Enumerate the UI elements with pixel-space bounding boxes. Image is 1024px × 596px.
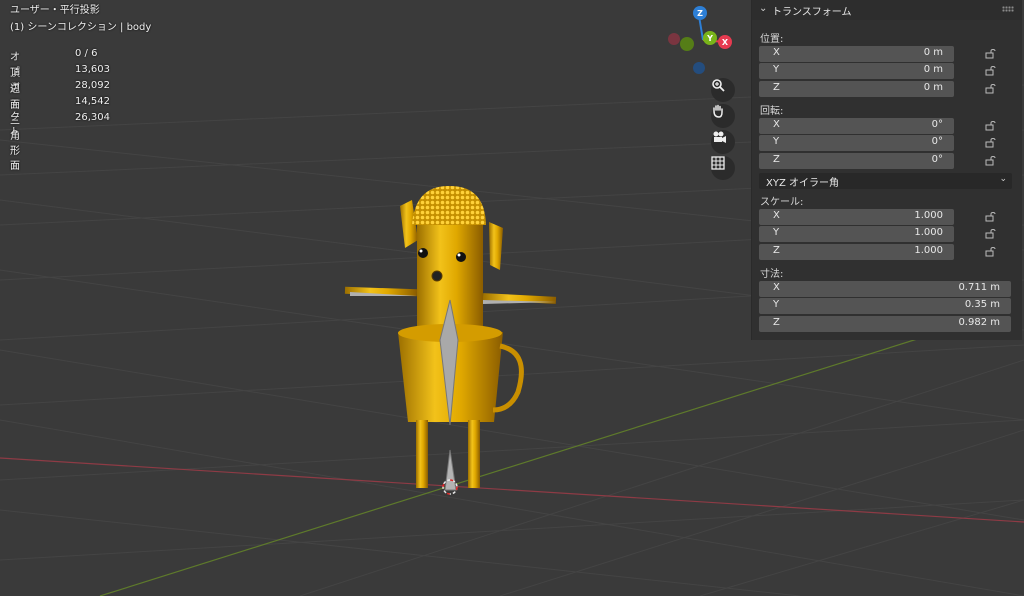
gizmo-z[interactable]: Z <box>693 6 707 20</box>
lock-icon[interactable] <box>985 138 997 148</box>
character-model <box>344 185 557 495</box>
lock-icon[interactable] <box>985 66 997 76</box>
gizmo-neg-z[interactable] <box>693 62 705 74</box>
gizmo-x[interactable]: X <box>718 35 732 49</box>
lock-icon[interactable] <box>985 84 997 94</box>
chevron-down-icon: ⌄ <box>759 3 768 14</box>
dimensions-x-field[interactable]: X 0.711 m <box>759 281 1011 297</box>
x-axis-line <box>0 457 1024 523</box>
drag-handle-icon[interactable] <box>1002 6 1014 12</box>
lock-icon[interactable] <box>985 229 997 239</box>
camera-icon <box>713 131 726 143</box>
rotation-mode-select[interactable]: XYZ オイラー角 ⌄ <box>759 173 1012 189</box>
lock-icon[interactable] <box>985 156 997 166</box>
dimensions-label: 寸法: <box>760 269 784 280</box>
rotation-z-field[interactable]: Z 0° <box>759 153 954 169</box>
grid-icon <box>711 156 725 170</box>
lock-icon[interactable] <box>985 247 997 257</box>
lock-icon[interactable] <box>985 121 997 131</box>
zoom-button[interactable] <box>711 78 735 102</box>
transform-panel-header[interactable]: ⌄ トランスフォーム <box>752 0 1022 20</box>
scale-label: スケール: <box>760 197 804 208</box>
pan-button[interactable] <box>711 104 735 128</box>
gizmo-neg-y[interactable] <box>680 37 694 51</box>
view-title: ユーザー・平行投影 <box>10 5 100 16</box>
panel-title: トランスフォーム <box>772 7 852 18</box>
toggle-perspective-button[interactable] <box>711 156 735 180</box>
scale-y-field[interactable]: Y 1.000 <box>759 226 954 242</box>
zoom-icon <box>712 79 725 92</box>
gizmo-y[interactable]: Y <box>703 31 717 45</box>
camera-view-button[interactable] <box>711 130 735 154</box>
location-x-field[interactable]: X 0 m <box>759 46 954 62</box>
sidebar-panel: ⌄ トランスフォーム 位置: X 0 m Y 0 m Z 0 m 回転: X 0… <box>751 0 1022 340</box>
scale-z-field[interactable]: Z 1.000 <box>759 244 954 260</box>
location-y-field[interactable]: Y 0 m <box>759 63 954 79</box>
lock-icon[interactable] <box>985 212 997 222</box>
chevron-down-icon: ⌄ <box>999 174 1007 184</box>
active-object-label: (1) シーンコレクション | body <box>10 22 152 33</box>
scale-x-field[interactable]: X 1.000 <box>759 209 954 225</box>
rotation-y-field[interactable]: Y 0° <box>759 135 954 151</box>
gizmo-neg-x[interactable] <box>668 33 680 45</box>
dimensions-z-field[interactable]: Z 0.982 m <box>759 316 1011 332</box>
location-z-field[interactable]: Z 0 m <box>759 81 954 97</box>
rotation-x-field[interactable]: X 0° <box>759 118 954 134</box>
location-label: 位置: <box>760 34 784 45</box>
lock-icon[interactable] <box>985 49 997 59</box>
y-axis-line <box>99 334 931 596</box>
hand-icon <box>713 104 723 118</box>
rotation-label: 回転: <box>760 106 784 117</box>
dimensions-y-field[interactable]: Y 0.35 m <box>759 298 1011 314</box>
